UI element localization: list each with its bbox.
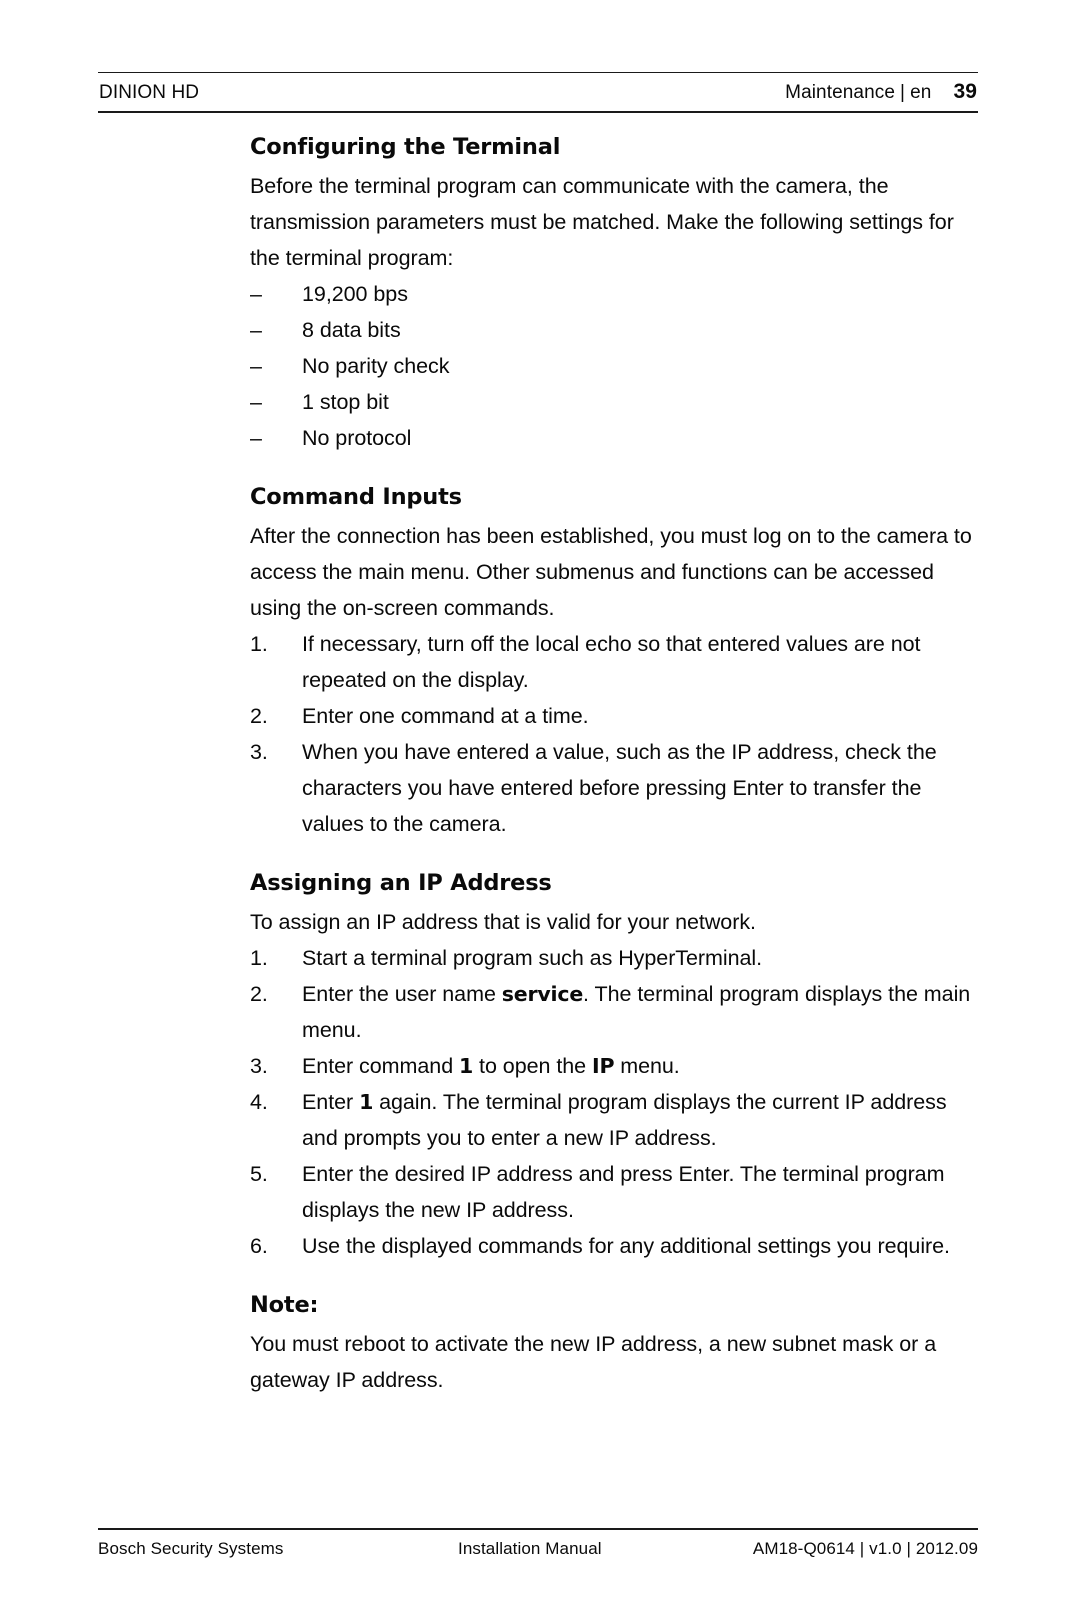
list-item-text: If necessary, turn off the local echo so… (302, 632, 921, 692)
list-item-number: 2. (250, 982, 268, 1006)
list-item: – No parity check (250, 348, 978, 384)
section-heading-assigning-an-ip-address: Assigning an IP Address (250, 870, 552, 896)
list-item-text: Use the displayed commands for any addit… (302, 1234, 950, 1258)
emphasized-term: 1 (359, 1090, 374, 1114)
section-intro-command-inputs: After the connection has been establishe… (250, 524, 972, 620)
page-number: 39 (953, 80, 977, 103)
list-item: 1. If necessary, turn off the local echo … (250, 626, 978, 698)
text-run: Enter (302, 1090, 360, 1114)
list-item-text: Enter one command at a time. (302, 704, 589, 728)
list-item: 3. When you have entered a value, such as… (250, 734, 978, 842)
text-run: Start a terminal program such as HyperTe… (302, 946, 763, 970)
header-row: DINION HD Maintenance | en 39 (98, 73, 978, 111)
list-item: – 8 data bits (250, 312, 978, 348)
assign-ip-steps: 1. Start a terminal program such as Hyper… (250, 940, 978, 1264)
list-item: 5. Enter the desired IP address and press… (250, 1156, 978, 1228)
dash-bullet-icon: – (250, 318, 262, 342)
header-separator: | (900, 82, 906, 103)
list-item-text: Start a terminal program such as HyperTe… (302, 946, 762, 970)
footer-document-type: Installation Manual (458, 1539, 602, 1558)
text-run: again. The terminal program displays the… (302, 1090, 947, 1150)
list-item: 2. Enter the user name service. The termi… (250, 976, 978, 1048)
list-item: – 1 stop bit (250, 384, 978, 420)
text-run: menu. (614, 1054, 680, 1078)
emphasized-term: IP (592, 1054, 615, 1078)
list-item-number: 6. (250, 1234, 268, 1258)
header-product-name: DINION HD (99, 82, 200, 103)
running-header: DINION HD Maintenance | en 39 (98, 72, 978, 113)
running-footer: Bosch Security Systems Installation Manu… (98, 1528, 978, 1559)
list-item-text: Enter command 1 to open the IP menu. (302, 1054, 680, 1078)
list-item-text: Enter the user name service. The termina… (302, 982, 970, 1042)
list-item-text: No parity check (302, 354, 450, 378)
section-intro-assigning-an-ip-address: To assign an IP address that is valid fo… (250, 910, 756, 934)
list-item-text: 19,200 bps (302, 282, 408, 306)
list-item-number: 3. (250, 1054, 268, 1078)
header-chapter-name: Maintenance (785, 82, 896, 103)
footer-company: Bosch Security Systems (98, 1539, 284, 1558)
emphasized-term: service (501, 982, 584, 1006)
list-item-number: 2. (250, 704, 268, 728)
document-page: DINION HD Maintenance | en 39 Configurin… (0, 0, 1080, 1618)
list-item: 1. Start a terminal program such as Hyper… (250, 940, 978, 976)
list-item-number: 5. (250, 1162, 268, 1186)
dash-bullet-icon: – (250, 354, 262, 378)
page-content: Configuring the Terminal Before the term… (250, 132, 978, 1398)
section-heading-command-inputs: Command Inputs (250, 484, 462, 510)
footer-row: Bosch Security Systems Installation Manu… (98, 1530, 978, 1559)
list-item-text: 1 stop bit (302, 390, 389, 414)
section-heading-configuring-the-terminal: Configuring the Terminal (250, 134, 561, 160)
list-item-number: 3. (250, 740, 268, 764)
note-text: You must reboot to activate the new IP a… (250, 1332, 937, 1392)
list-item: 2. Enter one command at a time. (250, 698, 978, 734)
text-run: to open the (473, 1054, 593, 1078)
list-item: – 19,200 bps (250, 276, 978, 312)
header-language-code: en (910, 82, 932, 103)
list-item: – No protocol (250, 420, 978, 456)
list-item-text: 8 data bits (302, 318, 401, 342)
note-heading: Note: (250, 1292, 319, 1318)
note-block: Note: You must reboot to activate the ne… (250, 1290, 978, 1398)
text-run: Use the displayed commands for any addit… (302, 1234, 950, 1258)
text-run: Enter the desired IP address and press E… (302, 1162, 945, 1222)
dash-bullet-icon: – (250, 390, 262, 414)
list-item-text: Enter 1 again. The terminal program disp… (302, 1090, 947, 1150)
command-inputs-steps: 1. If necessary, turn off the local echo … (250, 626, 978, 842)
header-rule-bottom (98, 111, 978, 113)
emphasized-term: 1 (459, 1054, 474, 1078)
list-item-number: 1. (250, 946, 268, 970)
dash-bullet-icon: – (250, 426, 262, 450)
text-run: Enter the user name (302, 982, 502, 1006)
list-item: 4. Enter 1 again. The terminal program di… (250, 1084, 978, 1156)
text-run: Enter command (302, 1054, 460, 1078)
section-intro-configuring-the-terminal: Before the terminal program can communic… (250, 174, 954, 270)
list-item: 6. Use the displayed commands for any add… (250, 1228, 978, 1264)
list-item-text: Enter the desired IP address and press E… (302, 1162, 945, 1222)
list-item-number: 4. (250, 1090, 268, 1114)
header-meta: Maintenance | en 39 (785, 80, 977, 104)
terminal-settings-list: –19,200 bps –8 data bits – No parity check –… (250, 276, 978, 456)
footer-document-id: AM18-Q0614 | v1.0 | 2012.09 (752, 1539, 978, 1558)
list-item-text: No protocol (302, 426, 412, 450)
dash-bullet-icon: – (250, 282, 262, 306)
list-item-text: When you have entered a value, such as t… (302, 740, 937, 836)
list-item: 3. Enter command 1 to open the IP menu. (250, 1048, 978, 1084)
list-item-number: 1. (250, 632, 268, 656)
